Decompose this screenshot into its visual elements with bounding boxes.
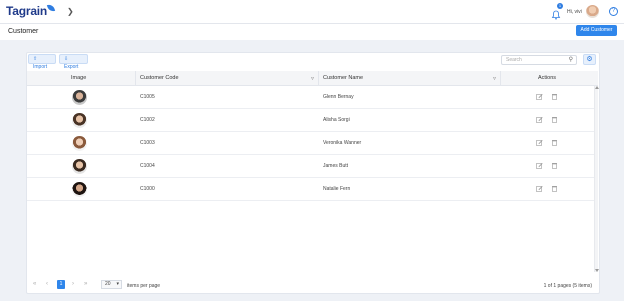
delete-icon[interactable] <box>551 116 558 123</box>
customer-name: Alisha Sorgi <box>323 117 350 123</box>
edit-icon[interactable] <box>536 185 543 192</box>
filter-icon[interactable]: ▿ <box>493 75 496 82</box>
avatar[interactable] <box>586 5 599 18</box>
edit-icon[interactable] <box>536 139 543 146</box>
customer-avatar <box>72 90 87 105</box>
column-header-code[interactable]: Customer Code <box>140 75 179 81</box>
caret-down-icon: ▾ <box>116 281 119 287</box>
edit-icon[interactable] <box>536 162 543 169</box>
notification-badge: 1 <box>557 3 563 9</box>
table-row[interactable]: C1002 Alisha Sorgi <box>27 109 594 132</box>
export-icon: ⇩ <box>64 56 69 62</box>
edit-icon[interactable] <box>536 93 543 100</box>
help-icon[interactable]: ? <box>609 7 618 16</box>
export-button[interactable]: ⇩ Export <box>59 54 88 70</box>
table-row[interactable]: C1005 Glenn Bernay <box>27 86 594 109</box>
last-page-button[interactable]: » <box>84 281 87 287</box>
customer-code: C1005 <box>140 94 155 100</box>
pager: « ‹ 1 › » 20 ▾ items per page 1 of 1 page… <box>27 278 598 292</box>
column-header-image: Image <box>71 75 87 81</box>
leaf-icon <box>46 3 56 13</box>
customer-name: James Butt <box>323 163 349 169</box>
column-divider[interactable] <box>135 71 136 86</box>
chevron-right-icon[interactable]: ❯ <box>67 7 74 16</box>
next-page-button[interactable]: › <box>72 281 74 287</box>
customer-code: C1000 <box>140 186 155 192</box>
delete-icon[interactable] <box>551 185 558 192</box>
pager-info: 1 of 1 pages (5 items) <box>543 283 592 289</box>
logo[interactable]: Tagrain <box>6 3 56 18</box>
import-label: Import <box>33 64 48 70</box>
column-divider[interactable] <box>500 71 501 86</box>
column-header-actions: Actions <box>538 75 557 81</box>
page-button-current[interactable]: 1 <box>57 280 65 289</box>
table-row[interactable]: C1004 James Butt <box>27 155 594 178</box>
prev-page-button[interactable]: ‹ <box>46 281 48 287</box>
search-input[interactable]: Search ⚲ <box>501 55 577 65</box>
page-size-select[interactable]: 20 ▾ <box>101 280 122 289</box>
first-page-button[interactable]: « <box>33 281 36 287</box>
delete-icon[interactable] <box>551 139 558 146</box>
customer-code: C1002 <box>140 117 155 123</box>
add-customer-button[interactable]: Add Customer <box>576 25 617 36</box>
user-greeting[interactable]: Hi, vivi <box>567 9 582 15</box>
import-icon: ⇧ <box>33 56 38 62</box>
gear-icon[interactable]: ⚙ <box>583 54 596 65</box>
page-title: Customer <box>8 28 39 35</box>
table-row[interactable]: C1000 Natalie Fern <box>27 178 594 201</box>
customer-avatar <box>72 159 87 174</box>
logo-text: Tagrain <box>6 4 48 18</box>
column-divider[interactable] <box>318 71 319 86</box>
table-header: Image Customer Code ▿ Customer Name ▿ Ac… <box>27 71 598 86</box>
customer-name: Natalie Fern <box>323 186 351 192</box>
delete-icon[interactable] <box>551 162 558 169</box>
top-bar: Tagrain ❯ 1 Hi, vivi ? <box>0 0 624 24</box>
page-size-value: 20 <box>105 281 111 287</box>
customer-code: C1003 <box>140 140 155 146</box>
customer-avatar <box>72 182 87 197</box>
import-button[interactable]: ⇧ Import <box>28 54 56 70</box>
edit-icon[interactable] <box>536 116 543 123</box>
delete-icon[interactable] <box>551 93 558 100</box>
search-placeholder: Search <box>506 57 522 63</box>
customer-name: Veronika Wanner <box>323 140 362 146</box>
page-header: Customer <box>0 24 624 40</box>
vertical-scrollbar[interactable] <box>594 86 599 272</box>
customer-avatar <box>72 136 87 151</box>
table-row[interactable]: C1003 Veronika Wanner <box>27 132 594 155</box>
customer-name: Glenn Bernay <box>323 94 354 100</box>
search-icon[interactable]: ⚲ <box>569 56 573 64</box>
items-per-page-label: items per page <box>127 283 161 289</box>
customer-avatar <box>72 113 87 128</box>
customer-code: C1004 <box>140 163 155 169</box>
export-label: Export <box>64 64 79 70</box>
column-header-name[interactable]: Customer Name <box>323 75 363 81</box>
filter-icon[interactable]: ▿ <box>311 75 314 82</box>
